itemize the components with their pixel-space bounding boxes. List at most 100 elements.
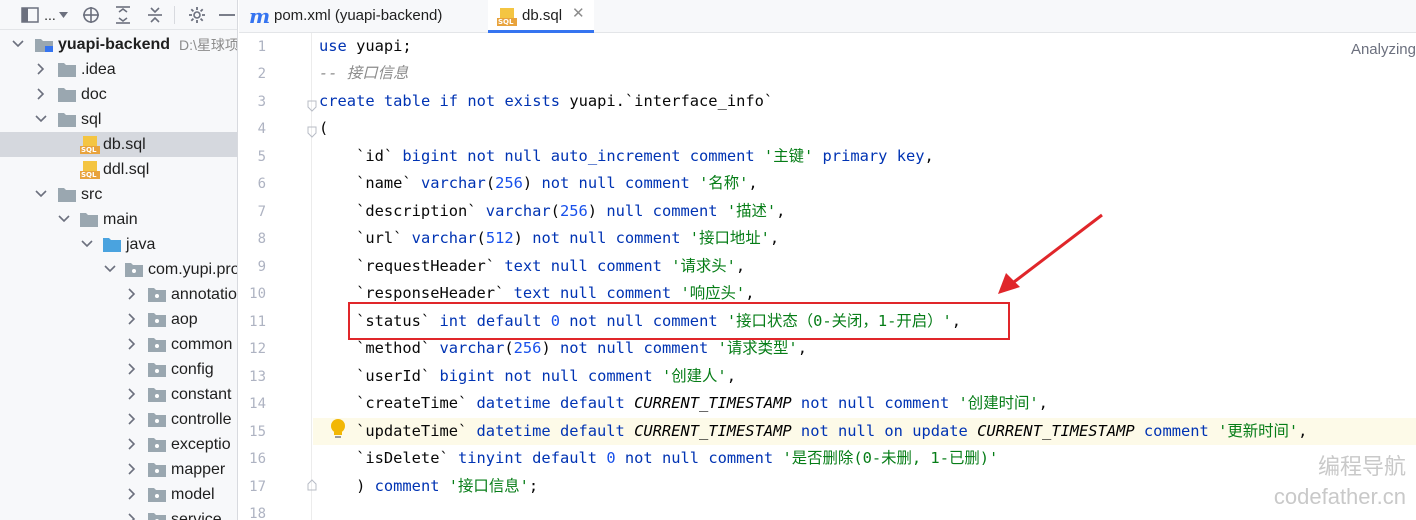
close-icon[interactable]: ✕ — [572, 4, 585, 22]
tree-item-annotation[interactable]: annotatio — [0, 282, 237, 307]
chevron-right-icon[interactable] — [124, 511, 140, 520]
chevron-down-icon[interactable] — [79, 236, 95, 252]
line-number: 9 — [257, 259, 266, 275]
chevron-right-icon[interactable] — [124, 361, 140, 377]
project-view-icon[interactable] — [20, 5, 40, 25]
code-line[interactable]: use yuapi; — [319, 33, 412, 60]
sql-badge: SQL — [81, 171, 97, 179]
code-line[interactable]: `id` bigint not null auto_increment comm… — [319, 143, 934, 170]
locate-icon[interactable] — [80, 5, 102, 25]
chevron-right-icon[interactable] — [124, 436, 140, 452]
chevron-right-icon[interactable] — [124, 286, 140, 302]
collapse-all-icon[interactable] — [144, 5, 166, 25]
tree-item-sql[interactable]: sql — [0, 107, 237, 132]
tree-item-db-sql[interactable]: SQL db.sql — [0, 132, 237, 157]
line-number: 12 — [249, 341, 266, 357]
chevron-down-icon[interactable] — [10, 36, 26, 52]
sql-badge: SQL — [498, 18, 514, 26]
tree-item-common[interactable]: common — [0, 332, 237, 357]
code-line[interactable]: `name` varchar(256) not null comment '名称… — [319, 170, 758, 197]
tree-item-label: doc — [81, 85, 107, 103]
line-number: 5 — [257, 149, 266, 165]
tree-item-label: service — [171, 510, 222, 520]
tree-item-src[interactable]: src — [0, 182, 237, 207]
tree-item-label: java — [126, 235, 156, 253]
chevron-down-icon[interactable] — [102, 261, 118, 277]
source-folder-icon — [103, 237, 121, 252]
sql-file-icon: SQL — [497, 7, 517, 27]
tree-item-idea[interactable]: .idea — [0, 57, 237, 82]
analysis-status: Analyzing — [1350, 41, 1416, 58]
chevron-right-icon[interactable] — [33, 61, 49, 77]
code-line[interactable]: ( — [319, 115, 328, 142]
fold-marker-icon[interactable] — [307, 99, 317, 112]
chevron-down-icon[interactable] — [56, 211, 72, 227]
code-line[interactable]: `url` varchar(512) not null comment '接口地… — [319, 225, 779, 252]
code-line[interactable]: ) comment '接口信息'; — [319, 473, 538, 500]
tree-item-java[interactable]: java — [0, 232, 237, 257]
tree-item-mapper[interactable]: mapper — [0, 457, 237, 482]
tree-item-ddl-sql[interactable]: SQL ddl.sql — [0, 157, 237, 182]
chevron-right-icon[interactable] — [124, 461, 140, 477]
line-number: 7 — [257, 204, 266, 220]
tree-item-controller[interactable]: controlle — [0, 407, 237, 432]
tree-item-exception[interactable]: exceptio — [0, 432, 237, 457]
code-line[interactable]: `createTime` datetime default CURRENT_TI… — [319, 390, 1048, 417]
package-icon — [148, 387, 166, 402]
chevron-right-icon[interactable] — [33, 86, 49, 102]
package-icon — [148, 362, 166, 377]
chevron-down-icon[interactable] — [33, 186, 49, 202]
code-line[interactable]: `updateTime` datetime default CURRENT_TI… — [319, 418, 1307, 445]
tree-item-label: exceptio — [171, 435, 231, 453]
watermark-line-1: 编程导航 — [1317, 454, 1406, 479]
annotation-highlight-box — [348, 302, 1010, 340]
tree-item-package-root[interactable]: com.yupi.pro — [0, 257, 238, 282]
tree-item-config[interactable]: config — [0, 357, 237, 382]
tab-label: pom.xml (yuapi-backend) — [274, 7, 443, 24]
tree-item-service[interactable]: service — [0, 507, 237, 520]
code-line[interactable]: -- 接口信息 — [319, 60, 408, 87]
tree-item-label: aop — [171, 310, 198, 328]
code-editor[interactable]: 1 2 3 4 5 6 7 8 9 10 11 12 13 14 15 16 1… — [239, 33, 1416, 520]
fold-marker-icon[interactable] — [307, 125, 317, 138]
folder-icon — [58, 112, 76, 127]
chevron-down-icon[interactable] — [33, 111, 49, 127]
chevron-right-icon[interactable] — [124, 311, 140, 327]
folder-icon — [80, 212, 98, 227]
line-number: 11 — [249, 314, 266, 330]
chevron-right-icon[interactable] — [124, 486, 140, 502]
dropdown-icon[interactable] — [58, 5, 68, 25]
chevron-right-icon[interactable] — [124, 386, 140, 402]
code-line[interactable]: create table if not exists yuapi.`interf… — [319, 88, 773, 115]
tree-item-label: src — [81, 185, 103, 203]
chevron-right-icon[interactable] — [124, 336, 140, 352]
editor-tab-bar: m pom.xml (yuapi-backend) SQL db.sql ✕ — [239, 0, 1416, 33]
code-line[interactable]: `description` varchar(256) null comment … — [319, 198, 785, 225]
code-line[interactable]: `requestHeader` text null comment '请求头', — [319, 253, 745, 280]
tree-item-label: sql — [81, 110, 102, 128]
package-icon — [148, 462, 166, 477]
tab-db-sql[interactable]: SQL db.sql ✕ — [488, 0, 594, 33]
tree-item-label: annotatio — [171, 285, 237, 303]
tree-root[interactable]: yuapi-backend D:\星球项 — [0, 32, 237, 57]
chevron-right-icon[interactable] — [124, 411, 140, 427]
expand-all-icon[interactable] — [112, 5, 134, 25]
tree-item-model[interactable]: model — [0, 482, 237, 507]
tab-label: db.sql — [522, 7, 563, 24]
package-icon — [148, 337, 166, 352]
tab-pom-xml[interactable]: m pom.xml (yuapi-backend) — [239, 0, 486, 33]
tree-item-label: com.yupi.pro — [148, 260, 238, 278]
tree-item-main[interactable]: main — [0, 207, 237, 232]
project-view-label[interactable]: ... — [42, 5, 58, 25]
fold-marker-icon[interactable] — [307, 478, 317, 491]
tree-item-aop[interactable]: aop — [0, 307, 237, 332]
hide-icon[interactable] — [216, 5, 237, 25]
module-folder-icon — [34, 37, 53, 52]
code-line[interactable]: `userId` bigint not null comment '创建人', — [319, 363, 736, 390]
tree-item-constant[interactable]: constant — [0, 382, 237, 407]
tree-item-doc[interactable]: doc — [0, 82, 237, 107]
code-line[interactable]: `isDelete` tinyint default 0 not null co… — [319, 445, 998, 472]
gear-icon[interactable] — [186, 5, 208, 25]
tree-item-label: db.sql — [103, 135, 146, 153]
line-number: 1 — [257, 39, 266, 55]
